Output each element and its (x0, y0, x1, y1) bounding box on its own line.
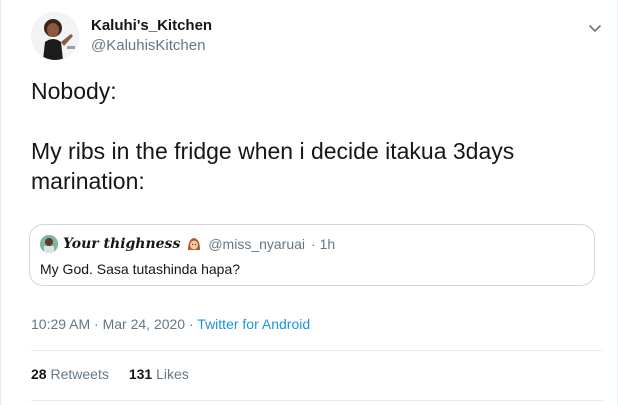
quoted-handle: @miss_nyaruai (208, 236, 306, 252)
likes-label: Likes (156, 366, 189, 382)
author-handle[interactable]: @KaluhisKitchen (91, 36, 212, 56)
likes-count: 131 (128, 366, 153, 382)
retweets-label: Retweets (50, 366, 109, 382)
chevron-down-icon[interactable] (587, 20, 603, 36)
woman-emoji-icon (186, 236, 202, 252)
quoted-avatar (40, 235, 58, 253)
divider (31, 350, 603, 351)
retweets-stat[interactable]: 28 Retweets (31, 366, 109, 382)
tweet-timestamp[interactable]: 10:29 AM · Mar 24, 2020 (31, 316, 185, 332)
tweet-header: Kaluhi's_Kitchen @KaluhisKitchen (31, 12, 212, 60)
likes-stat[interactable]: 131 Likes (129, 366, 189, 382)
tweet-stats: 28 Retweets 131 Likes (31, 366, 189, 382)
author-display-name[interactable]: Kaluhi's_Kitchen (91, 16, 212, 36)
quoted-text: My God. Sasa tutashinda hapa? (40, 261, 241, 277)
quoted-display-name: Your thighness (63, 236, 181, 252)
tweet-card: Kaluhi's_Kitchen @KaluhisKitchen Nobody:… (0, 0, 618, 405)
avatar[interactable] (31, 12, 79, 60)
quoted-tweet-header: Your thighness @miss_nyaruai · 1h (40, 235, 335, 253)
quoted-time: · 1h (311, 236, 336, 252)
retweets-count: 28 (31, 366, 47, 382)
quoted-tweet[interactable]: Your thighness @miss_nyaruai · 1h My God… (29, 224, 595, 286)
tweet-source-link[interactable]: Twitter for Android (197, 316, 310, 332)
divider (31, 400, 603, 401)
tweet-text-line: Nobody: (31, 78, 117, 104)
tweet-text: Nobody: My ribs in the fridge when i dec… (31, 76, 591, 196)
tweet-text-line: My ribs in the fridge when i decide itak… (31, 138, 515, 194)
tweet-meta: 10:29 AM · Mar 24, 2020 · Twitter for An… (31, 316, 310, 332)
meta-separator: · (185, 316, 198, 332)
author-names: Kaluhi's_Kitchen @KaluhisKitchen (91, 16, 212, 56)
